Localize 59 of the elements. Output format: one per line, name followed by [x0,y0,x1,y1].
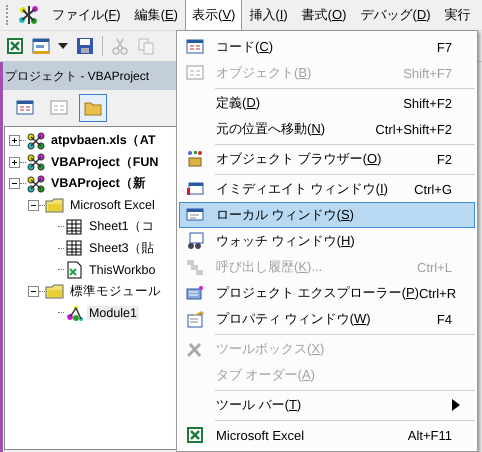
vba-logo-icon [17,4,41,26]
project-icon [26,132,46,150]
menu-item[interactable]: ツール バー(T) [179,392,475,418]
menu-item[interactable]: 実行 [438,0,478,30]
excel-icon [186,426,204,444]
expand-icon[interactable] [9,135,20,146]
tree-item[interactable]: atpvbaen.xls（AT [49,132,158,150]
menu-item[interactable]: コード(C) F7 [179,34,475,60]
menu-item[interactable]: ローカル ウィンドウ(S) [179,202,475,228]
code-window-icon [186,38,204,56]
menu-item[interactable]: 編集(E) [128,0,185,30]
sheet-icon [64,239,84,258]
tree-item[interactable]: ThisWorkbo [87,262,158,277]
sheet-icon [64,218,84,236]
object-view-icon [50,99,68,117]
expand-icon[interactable] [9,156,20,168]
pane-title: プロジェクト - VBAProject [3,62,179,90]
project-icon [26,153,46,172]
stack-icon [186,258,204,276]
menu-item[interactable]: 定義(D) Shift+F2 [179,90,475,116]
menu-item[interactable]: Microsoft Excel Alt+F11 [179,422,475,448]
collapse-icon[interactable] [9,178,20,190]
glasses-window-icon [186,232,204,250]
menu-item[interactable]: 挿入(I) [242,0,295,30]
tree-item[interactable]: 標準モジュール [68,282,163,300]
object-window-icon [186,64,204,82]
tree-item[interactable]: Sheet3（貼 [87,240,157,257]
folder-toggle[interactable] [79,94,107,122]
code-view-icon [16,99,34,117]
menu-item[interactable]: プロパティ ウィンドウ(W) F4 [179,306,475,332]
menu-item[interactable]: 元の位置へ移動(N) Ctrl+Shift+F2 [179,116,475,142]
menu-item[interactable]: プロジェクト エクスプローラー(P)Ctrl+R [179,280,475,306]
collapse-icon[interactable] [28,286,39,297]
properties-icon [186,310,204,328]
tree-item[interactable]: Module1 [87,306,139,320]
menu-item[interactable]: オブジェクト ブラウザー(O) F2 [179,146,475,172]
menu-item[interactable]: イミディエイト ウィンドウ(I) Ctrl+G [179,176,475,202]
box-icon [186,150,204,168]
project-icon [26,174,46,193]
save-icon[interactable] [76,37,94,55]
tools-icon [186,340,204,358]
window-warning-icon [186,180,204,198]
module-icon [64,304,84,322]
folder-icon [45,282,65,300]
menu-item[interactable]: デバッグ(D) [353,0,438,30]
tree-item[interactable]: VBAProject（FUN [49,154,160,171]
caret-icon[interactable] [58,43,68,49]
menu-item[interactable]: ファイル(F) [45,0,128,30]
excel-icon[interactable] [6,37,24,55]
tree-item[interactable]: VBAProject（新 [49,175,148,192]
explorer-icon [186,284,204,302]
tree-item[interactable]: Microsoft Excel [68,198,157,212]
menu-item[interactable]: 表示(V) [185,0,242,30]
menu-item[interactable]: 書式(O) [294,0,354,30]
collapse-icon[interactable] [28,200,39,211]
form-icon[interactable] [32,37,50,55]
tree-item[interactable]: Sheet1（コ [87,218,157,236]
folder-icon [45,196,65,214]
menu-item[interactable]: ウォッチ ウィンドウ(H) [179,228,475,254]
